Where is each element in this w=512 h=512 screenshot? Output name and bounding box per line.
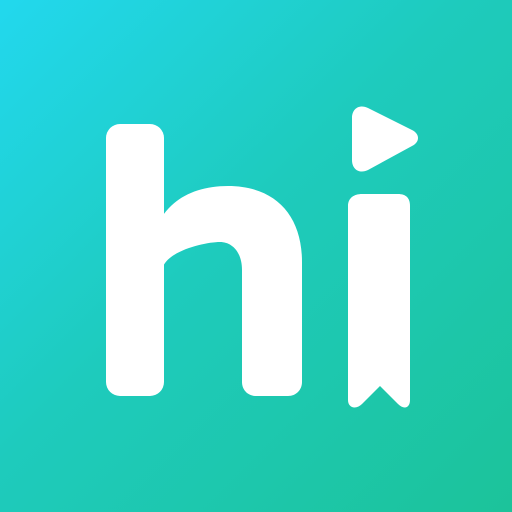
hi-logo — [0, 0, 512, 512]
app-icon — [0, 0, 512, 512]
bookmark-icon — [348, 194, 410, 408]
